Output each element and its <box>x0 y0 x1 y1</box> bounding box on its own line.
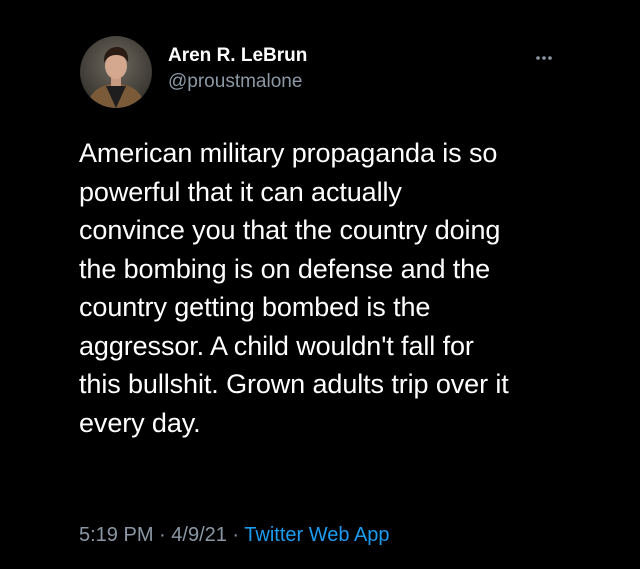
meta-separator: · <box>226 524 245 546</box>
tweet-date[interactable]: 4/9/21 <box>171 524 227 546</box>
meta-separator: · <box>153 524 172 546</box>
tweet-text: American military propaganda is so power… <box>79 138 509 438</box>
author-block: Aren R. LeBrun @proustmalone <box>168 44 307 94</box>
author-handle[interactable]: @proustmalone <box>168 70 307 94</box>
tweet-card: Aren R. LeBrun @proustmalone American mi… <box>0 0 640 569</box>
avatar[interactable] <box>80 36 152 108</box>
author-display-name[interactable]: Aren R. LeBrun <box>168 44 307 68</box>
tweet-source-link[interactable]: Twitter Web App <box>244 524 389 546</box>
more-horizontal-icon <box>536 56 552 60</box>
more-options-button[interactable] <box>532 48 562 68</box>
tweet-meta: 5:19 PM · 4/9/21 · Twitter Web App <box>79 522 390 548</box>
tweet-time[interactable]: 5:19 PM <box>79 524 153 546</box>
avatar-photo <box>80 36 152 108</box>
